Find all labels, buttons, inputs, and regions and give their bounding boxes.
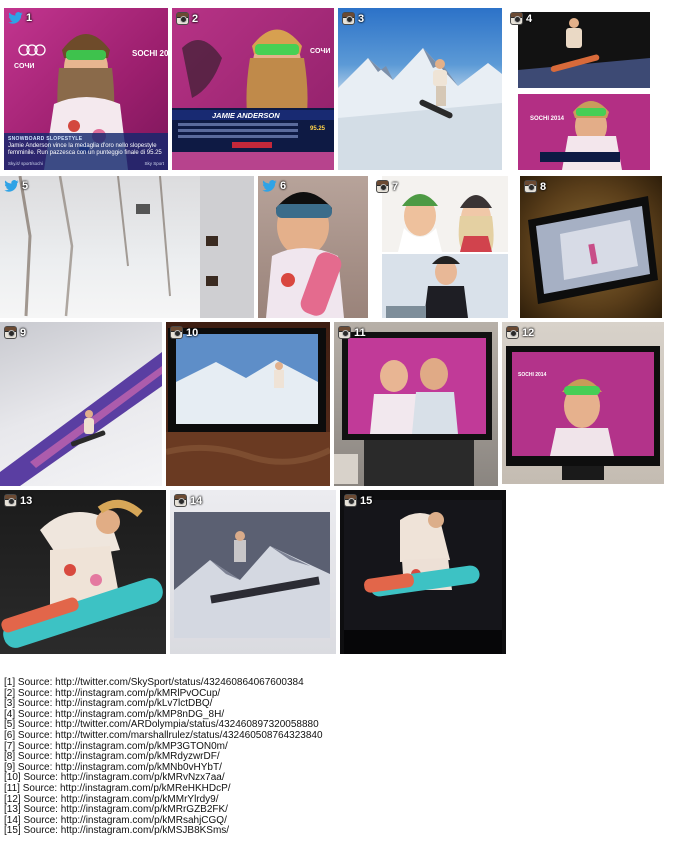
instagram-icon <box>510 12 523 25</box>
tv-lower-third-name: JAMIE ANDERSON <box>212 111 280 120</box>
instagram-icon <box>4 494 17 507</box>
photo-tile-6[interactable]: 6 <box>258 176 368 318</box>
source-line-15: [15] Source: http://instagram.com/p/kMSJ… <box>4 825 230 837</box>
photo-6-badge: 6 <box>262 180 286 192</box>
photo-10-number: 10 <box>186 326 199 339</box>
photo-1-badge: 1 <box>8 12 32 24</box>
photo-15-number: 15 <box>360 494 373 507</box>
svg-text:COЧИ: COЧИ <box>310 48 330 55</box>
photo-7-scene <box>382 176 508 318</box>
photo-9-number: 9 <box>20 326 27 339</box>
instagram-icon <box>4 326 17 339</box>
svg-text:COЧИ: COЧИ <box>14 63 34 70</box>
photo-7-badge: 7 <box>376 180 398 193</box>
photo-tile-14[interactable]: 14 <box>170 490 336 654</box>
photo-3-badge: 3 <box>342 12 364 25</box>
photo-1-caption: SNOWBOARD SLOPESTYLE Jamie Anderson vinc… <box>4 133 168 170</box>
photo-tile-5[interactable]: 5 <box>0 176 254 318</box>
photo-11-scene <box>334 332 492 486</box>
photo-14-badge: 14 <box>174 494 202 507</box>
photo-11-number: 11 <box>354 326 366 339</box>
tv-lower-third-score: 95.25 <box>310 126 326 132</box>
source-line-11: [11] Source: http://instagram.com/p/kMRe… <box>4 782 231 794</box>
photo-14-number: 14 <box>190 494 203 507</box>
photo-12-scene: SOCHI 2014 <box>506 346 660 480</box>
photo-tile-3[interactable]: 3 <box>338 8 502 170</box>
photo-1-number: 1 <box>26 12 33 24</box>
caption-text: Jamie Anderson vince la medaglia d'oro n… <box>8 143 162 156</box>
photo-14-scene <box>174 512 330 638</box>
twitter-icon <box>4 180 19 192</box>
svg-text:SOCHI 20: SOCHI 20 <box>132 49 168 58</box>
photo-5-number: 5 <box>22 180 29 192</box>
photo-10-scene <box>166 328 330 486</box>
photo-tile-10[interactable]: 10 <box>166 322 330 486</box>
photo-2-scene: COЧИ JAMIE ANDERSON 95.25 <box>172 29 334 170</box>
svg-text:SOCHI 2014: SOCHI 2014 <box>518 372 547 378</box>
caption-kicker: SNOWBOARD SLOPESTYLE <box>8 136 83 142</box>
photo-4-scene: SOCHI 2014 <box>518 12 650 170</box>
photo-3-scene <box>338 48 502 170</box>
caption-foot-right: Sky Sport <box>144 161 164 166</box>
svg-text:SOCHI 2014: SOCHI 2014 <box>530 116 565 122</box>
photo-tile-11[interactable]: 11 <box>334 322 498 486</box>
photo-15-scene <box>344 500 502 654</box>
photo-tile-4[interactable]: SOCHI 2014 4 <box>506 8 652 172</box>
photo-12-badge: 12 <box>506 326 534 339</box>
photo-9-badge: 9 <box>4 326 26 339</box>
photo-tile-2[interactable]: COЧИ JAMIE ANDERSON 95.25 2 <box>172 8 334 170</box>
instagram-icon <box>506 326 519 339</box>
photo-13-scene <box>1 500 163 648</box>
twitter-icon <box>262 180 277 192</box>
instagram-icon <box>344 494 357 507</box>
photo-7-number: 7 <box>392 180 399 193</box>
twitter-icon <box>8 12 23 24</box>
photo-9-scene <box>0 352 162 486</box>
photo-4-badge: 4 <box>510 12 532 25</box>
source-line-1: [1] Source: http://twitter.com/SkySport/… <box>4 677 304 688</box>
photo-8-scene <box>528 196 658 304</box>
photo-tile-13[interactable]: 13 <box>0 490 166 654</box>
photo-5-scene <box>18 176 254 318</box>
instagram-icon <box>338 326 351 339</box>
photo-13-number: 13 <box>20 494 33 507</box>
photo-13-badge: 13 <box>4 494 32 507</box>
instagram-icon <box>176 12 189 25</box>
photo-tile-12[interactable]: SOCHI 2014 12 <box>502 322 664 484</box>
photo-3-number: 3 <box>358 12 365 25</box>
photo-15-badge: 15 <box>344 494 372 507</box>
sources-list: [1] Source: http://twitter.com/SkySport/… <box>4 677 323 837</box>
photo-6-scene <box>266 192 344 318</box>
photo-tile-8[interactable]: 8 <box>520 176 662 318</box>
instagram-icon <box>342 12 355 25</box>
photo-2-number: 2 <box>192 12 199 25</box>
photo-6-number: 6 <box>280 180 287 192</box>
photo-4-number: 4 <box>526 12 533 25</box>
photo-8-badge: 8 <box>524 180 546 193</box>
instagram-icon <box>174 494 187 507</box>
photo-11-badge: 11 <box>338 326 366 339</box>
photo-8-number: 8 <box>540 180 547 193</box>
caption-foot-left: Sky.it/ sport/sochi <box>8 161 43 166</box>
photo-tile-9[interactable]: 9 <box>0 322 162 486</box>
photo-2-badge: 2 <box>176 12 198 25</box>
photo-tile-7[interactable]: 7 <box>372 176 518 318</box>
photo-tile-1[interactable]: COЧИ SOCHI 20 1 SNOWBOARD SLOPESTYLE Jam… <box>4 8 168 170</box>
photo-10-badge: 10 <box>170 326 198 339</box>
instagram-icon <box>524 180 537 193</box>
photo-5-badge: 5 <box>4 180 28 192</box>
instagram-icon <box>376 180 389 193</box>
source-line-6: [6] Source: http://twitter.com/marshallr… <box>4 729 323 741</box>
photo-12-number: 12 <box>522 326 535 339</box>
photo-tile-15[interactable]: 15 <box>340 490 506 654</box>
instagram-icon <box>170 326 183 339</box>
